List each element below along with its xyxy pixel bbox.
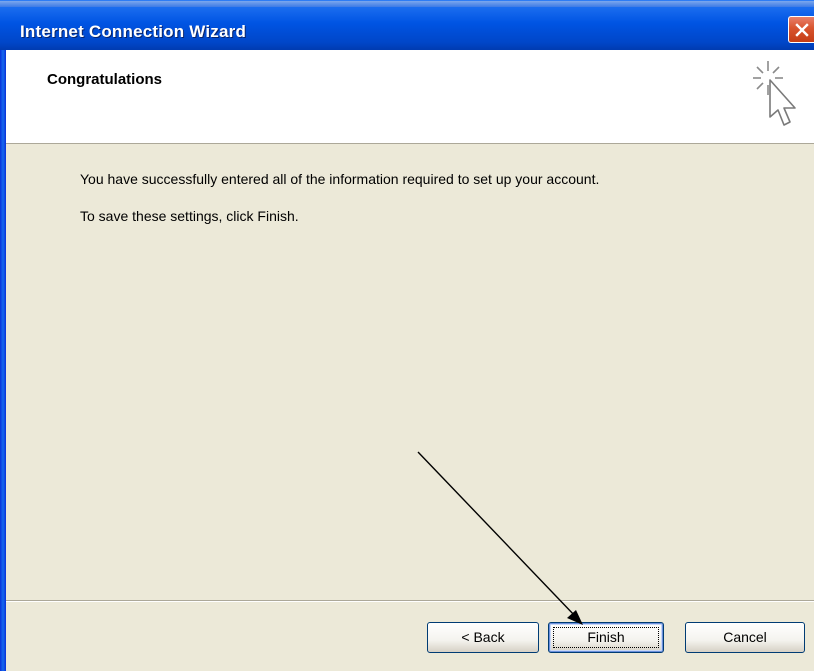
page-heading: Congratulations [47,71,162,88]
title-bar[interactable]: Internet Connection Wizard [0,0,814,50]
wizard-header: Congratulations [6,50,814,144]
cancel-button[interactable]: Cancel [685,622,805,653]
instruction-message: To save these settings, click Finish. [80,208,299,224]
close-button[interactable] [788,16,814,43]
title-bar-top-strip [0,1,814,7]
finish-button[interactable]: Finish [548,622,664,653]
window-title: Internet Connection Wizard [20,22,247,41]
back-button[interactable]: < Back [427,622,539,653]
wizard-window: Internet Connection Wizard Congratulatio… [0,0,814,671]
success-message: You have successfully entered all of the… [80,171,600,187]
finish-button-label: Finish [587,629,625,645]
wizard-cursor-icon [753,61,796,126]
wizard-content: You have successfully entered all of the… [6,144,814,596]
close-icon [795,23,809,37]
button-separator [6,600,814,602]
